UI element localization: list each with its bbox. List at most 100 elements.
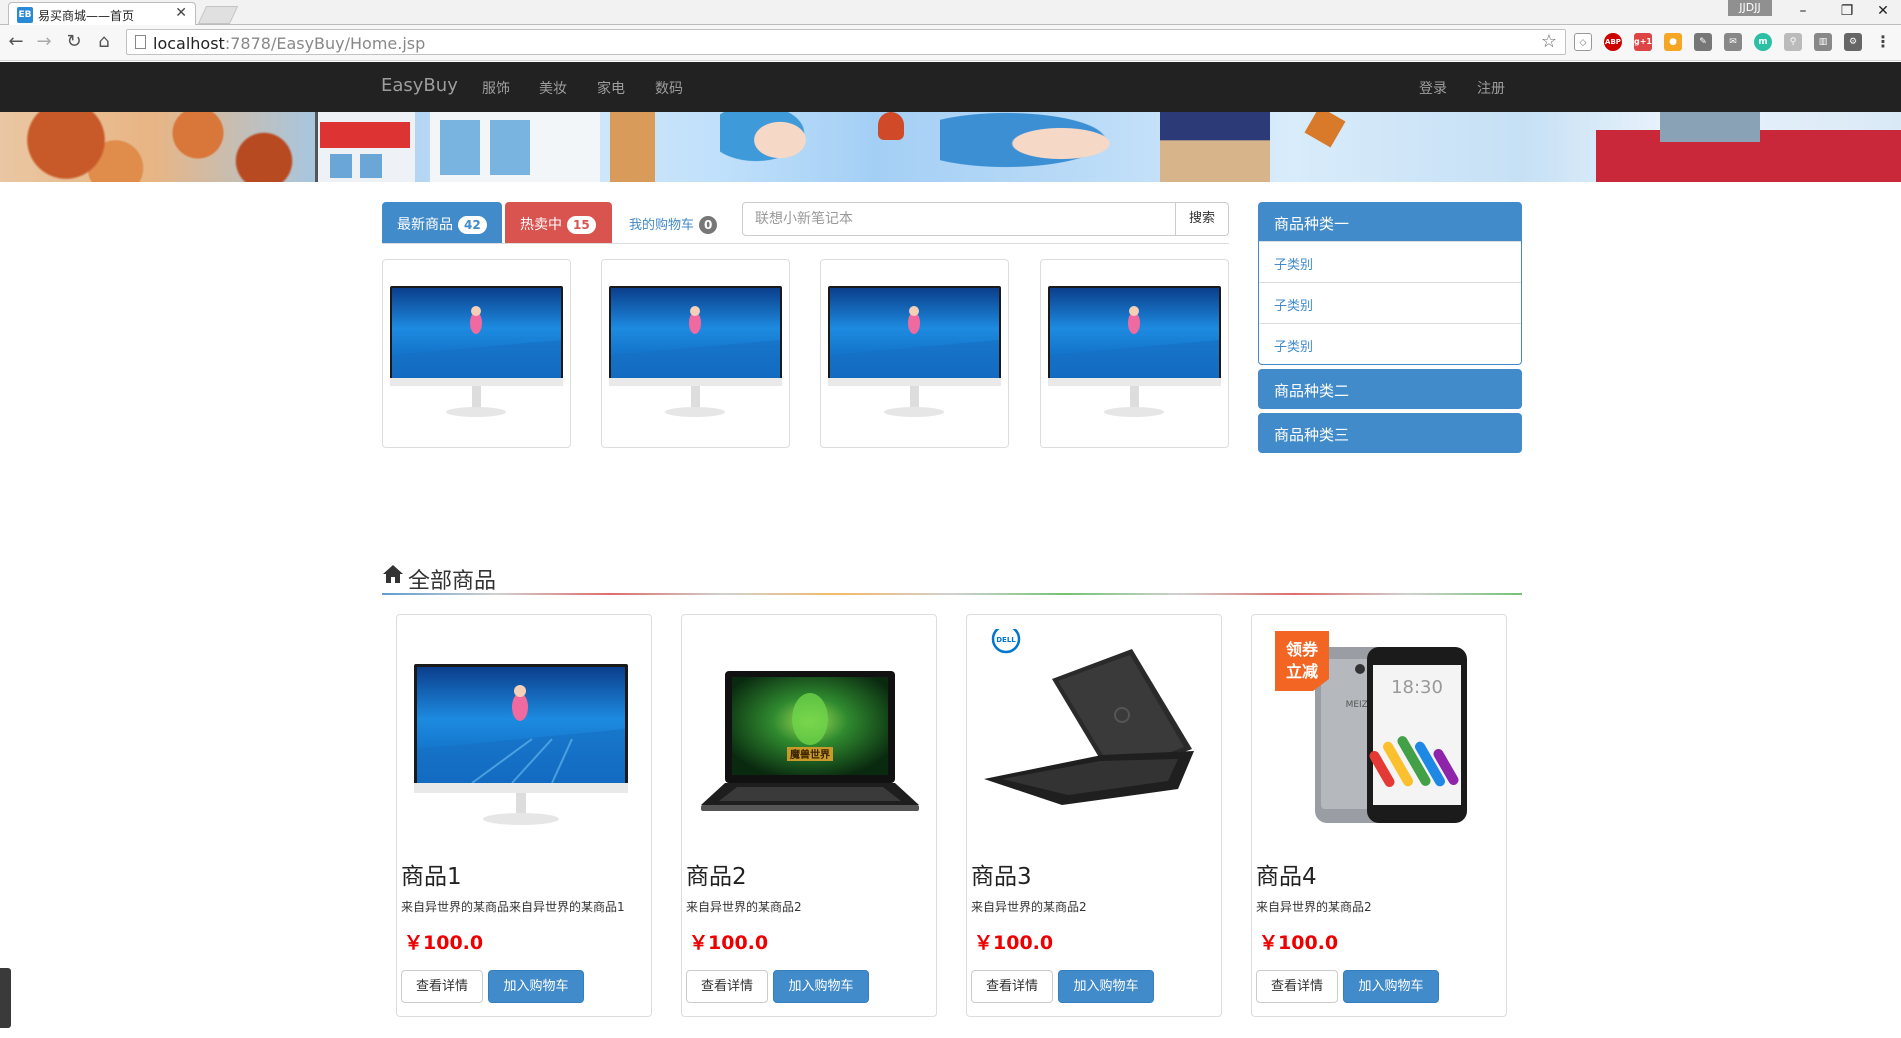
product-card: 魔兽世界 商品2 来自异世界的某商品2 ￥100.0 查看详情 加入购物车 (681, 614, 937, 1017)
back-icon[interactable]: ← (4, 31, 28, 55)
product-name[interactable]: 商品2 (686, 857, 747, 891)
reload-icon[interactable]: ↻ (62, 31, 86, 55)
tab-newest-products[interactable]: 最新商品 42 (382, 202, 502, 243)
tab-newest-count-badge: 42 (458, 216, 487, 234)
subcategory-link[interactable]: 子类别 (1259, 282, 1521, 323)
browser-tab[interactable]: EB 易买商城——首页 ✕ (8, 2, 196, 26)
tab-hot-label: 热卖中 (520, 217, 562, 233)
view-details-button[interactable]: 查看详情 (971, 970, 1053, 1003)
minimize-icon[interactable]: – (1782, 0, 1824, 24)
login-link[interactable]: 登录 (1419, 78, 1447, 98)
browser-tabstrip: EB 易买商城——首页 ✕ JJDJJ – ❐ ✕ (0, 0, 1901, 26)
phone-clock-text: 18:30 (1391, 677, 1443, 698)
category-panel-2: 商品种类二 (1258, 369, 1522, 409)
view-details-button[interactable]: 查看详情 (686, 970, 768, 1003)
adblock-extension-icon[interactable]: ABP (1604, 33, 1622, 51)
product-description: 来自异世界的某商品2 (1256, 900, 1372, 914)
product-card: MEIZU 18:30 领券 立减 商品4 来自异世界的某商品2 ￥100.0 … (1251, 614, 1507, 1017)
search-button[interactable]: 搜索 (1175, 202, 1229, 236)
tab-hot-count-badge: 15 (567, 216, 596, 234)
subcategory-link[interactable]: 子类别 (1259, 241, 1521, 282)
tab-newest-label: 最新商品 (397, 217, 453, 233)
bookmark-star-icon[interactable]: ☆ (1541, 31, 1557, 52)
forward-icon[interactable]: → (32, 31, 56, 55)
laptop-screen-text: 魔兽世界 (790, 748, 830, 761)
home-icon (383, 565, 403, 583)
laptop-image: 魔兽世界 (701, 671, 919, 811)
fruit-extension-icon[interactable]: ● (1664, 33, 1682, 51)
window-profile-badge[interactable]: JJDJJ (1728, 0, 1772, 16)
monitor-image (1048, 286, 1221, 417)
dell-logo-text: DELL (996, 636, 1016, 644)
panel-extension-icon[interactable]: ▥ (1814, 33, 1832, 51)
settings-extension-icon[interactable]: ⚙ (1844, 33, 1862, 51)
view-details-button[interactable]: 查看详情 (401, 970, 483, 1003)
phone-promo-text-2: 立减 (1286, 662, 1318, 681)
subcategory-link[interactable]: 子类别 (1259, 323, 1521, 364)
product-name[interactable]: 商品3 (971, 857, 1032, 891)
register-link[interactable]: 注册 (1477, 78, 1505, 98)
all-products-title: 全部商品 (408, 569, 497, 594)
add-to-cart-button[interactable]: 加入购物车 (1058, 970, 1154, 1003)
phone-image: MEIZU 18:30 领券 立减 (1275, 631, 1467, 823)
close-tab-icon[interactable]: ✕ (175, 5, 187, 21)
add-to-cart-button[interactable]: 加入购物车 (773, 970, 869, 1003)
product-thumbnail[interactable] (820, 259, 1009, 448)
tab-hot-selling[interactable]: 热卖中 15 (505, 202, 612, 243)
tab-my-cart[interactable]: 我的购物车 0 (614, 202, 738, 243)
m-extension-icon[interactable]: m (1754, 33, 1772, 51)
nav-link-digital[interactable]: 数码 (655, 78, 683, 98)
new-tab-button[interactable] (197, 6, 239, 24)
category-panel-1: 商品种类一 子类别 子类别 子类别 (1258, 202, 1522, 365)
add-to-cart-button[interactable]: 加入购物车 (488, 970, 584, 1003)
category-1-header[interactable]: 商品种类一 (1259, 203, 1521, 241)
product-description: 来自异世界的某商品来自异世界的某商品1 (401, 900, 625, 914)
product-card: 商品1 来自异世界的某商品来自异世界的某商品1 ￥100.0 查看详情 加入购物… (396, 614, 652, 1017)
monitor-image (609, 286, 782, 417)
product-price: ￥100.0 (689, 932, 769, 954)
nav-link-cosmetics[interactable]: 美妆 (539, 78, 567, 98)
product-price: ￥100.0 (1259, 932, 1339, 954)
close-window-icon[interactable]: ✕ (1862, 0, 1901, 24)
product-thumbnail[interactable] (1040, 259, 1229, 448)
product-thumbnail[interactable] (382, 259, 571, 448)
product-card: DELL 商品3 来自异世界的某商品2 ￥100.0 查看详情 加入购物车 (966, 614, 1222, 1017)
nav-link-clothing[interactable]: 服饰 (482, 78, 510, 98)
product-description: 来自异世界的某商品2 (686, 900, 802, 914)
menu-icon[interactable]: ⋮ (1874, 33, 1892, 51)
phone-promo-text-1: 领券 (1286, 640, 1319, 659)
nav-link-appliances[interactable]: 家电 (597, 78, 625, 98)
mail-extension-icon[interactable]: ✉ (1724, 33, 1742, 51)
pin-extension-icon[interactable]: ⚲ (1784, 33, 1802, 51)
address-url: localhost:7878/EasyBuy/Home.jsp (153, 34, 426, 53)
category-panel-3: 商品种类三 (1258, 413, 1522, 453)
product-price: ￥100.0 (404, 932, 484, 954)
tool-extension-icon[interactable]: ✎ (1694, 33, 1712, 51)
category-3-header[interactable]: 商品种类三 (1259, 414, 1521, 452)
product-price: ￥100.0 (974, 932, 1054, 954)
side-widget-handle[interactable] (0, 968, 11, 1028)
site-navbar: EasyBuy 服饰 美妆 家电 数码 登录 注册 (0, 62, 1901, 112)
laptop-dell-image: DELL (984, 629, 1194, 805)
product-thumbnail[interactable] (601, 259, 790, 448)
address-bar[interactable]: localhost:7878/EasyBuy/Home.jsp ☆ (126, 29, 1566, 55)
site-favicon-icon: EB (17, 7, 33, 23)
product-description: 来自异世界的某商品2 (971, 900, 1087, 914)
monitor-image (390, 286, 563, 417)
browser-tab-title: 易买商城——首页 (38, 9, 135, 23)
google-plus-extension-icon[interactable]: g+1 (1634, 33, 1652, 51)
add-to-cart-button[interactable]: 加入购物车 (1343, 970, 1439, 1003)
category-2-header[interactable]: 商品种类二 (1259, 370, 1521, 408)
brand-logo[interactable]: EasyBuy (381, 75, 458, 96)
search-input[interactable] (742, 202, 1176, 236)
product-name[interactable]: 商品1 (401, 857, 462, 891)
shield-extension-icon[interactable]: ◇ (1574, 33, 1592, 51)
title-underline (382, 593, 1522, 595)
tab-cart-label: 我的购物车 (629, 218, 695, 233)
category-1-list: 子类别 子类别 子类别 (1259, 241, 1521, 364)
tab-cart-count-badge: 0 (699, 216, 718, 234)
product-name[interactable]: 商品4 (1256, 857, 1317, 891)
view-details-button[interactable]: 查看详情 (1256, 970, 1338, 1003)
home-icon[interactable]: ⌂ (92, 31, 116, 55)
monitor-image (414, 664, 628, 825)
